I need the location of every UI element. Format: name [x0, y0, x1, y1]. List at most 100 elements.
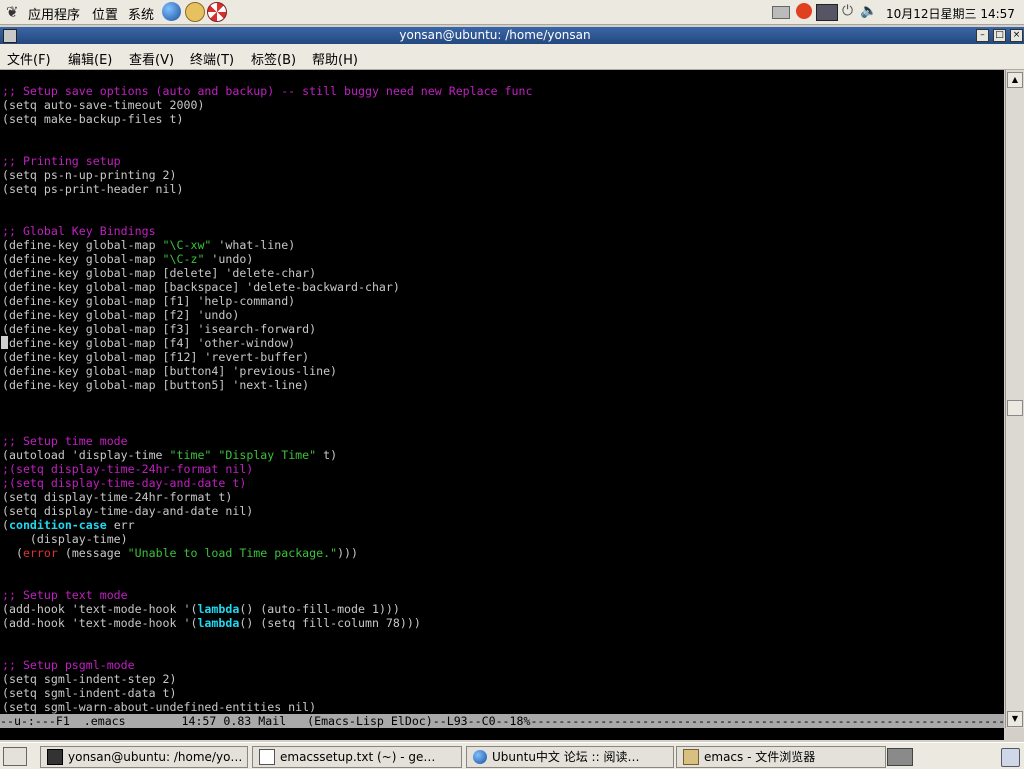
power-plug-icon[interactable]: ⏻	[842, 3, 853, 19]
menu-help[interactable]: 帮助(H)	[312, 49, 358, 68]
volume-icon[interactable]: 🔈	[860, 3, 877, 19]
code-line: ;; Global Key Bindings	[2, 224, 156, 238]
code-line: (setq sgml-indent-step 2)	[2, 672, 177, 686]
help-launcher-icon[interactable]	[207, 2, 227, 22]
code-token: error	[22, 546, 58, 560]
code-line: (define-key global-map "\C-z" 'undo)	[2, 252, 253, 266]
gnome-foot-icon[interactable]: ❦	[6, 3, 19, 21]
code-line: (setq auto-save-timeout 2000)	[2, 98, 204, 112]
code-line: (setq display-time-24hr-format t)	[2, 490, 232, 504]
code-token: () (auto-fill-mode 1)))	[239, 602, 400, 616]
menu-tabs[interactable]: 标签(B)	[251, 49, 296, 68]
code-token: ;; Setup text mode	[2, 588, 128, 602]
vertical-scrollbar[interactable]	[1005, 70, 1024, 728]
code-token: "\C-xw"	[162, 238, 212, 252]
code-line: (setq ps-print-header nil)	[2, 182, 183, 196]
network-monitor-icon[interactable]	[816, 4, 838, 21]
code-line: ;(setq display-time-24hr-format nil)	[2, 462, 253, 476]
code-line: (add-hook 'text-mode-hook '(lambda() (au…	[2, 602, 400, 616]
code-token: (add-hook 'text-mode-hook '(	[2, 616, 198, 630]
task-button-gedit[interactable]: emacssetup.txt (~) - ge…	[252, 746, 462, 768]
menu-bar: 文件(F) 编辑(E) 查看(V) 终端(T) 标签(B) 帮助(H)	[0, 44, 1024, 70]
scrollbar-thumb[interactable]	[1007, 400, 1023, 416]
applications-menu[interactable]: 应用程序	[28, 4, 80, 23]
code-token: (define-key global-map [delete] 'delete-…	[2, 266, 317, 280]
code-line: (display-time)	[2, 532, 128, 546]
code-token: ;(setq display-time-24hr-format nil)	[2, 462, 254, 476]
code-line: (autoload 'display-time "time" "Display …	[2, 448, 337, 462]
code-line: ;; Printing setup	[2, 154, 121, 168]
menu-edit[interactable]: 编辑(E)	[68, 49, 112, 68]
code-token: () (setq fill-column 78)))	[239, 616, 421, 630]
code-token: (add-hook 'text-mode-hook '(	[2, 602, 198, 616]
code-token: (setq ps-print-header nil)	[2, 182, 184, 196]
task-button-file-browser[interactable]: emacs - 文件浏览器	[676, 746, 886, 768]
browser-globe-icon	[473, 749, 487, 764]
places-menu[interactable]: 位置	[92, 4, 118, 23]
scroll-down-arrow-icon[interactable]: ▼	[1007, 711, 1023, 727]
code-token: (autoload 'display-time	[2, 448, 170, 462]
code-token: (define-key global-map [f12] 'revert-buf…	[2, 350, 310, 364]
code-line: (define-key global-map [f1] 'help-comman…	[2, 294, 295, 308]
menu-view[interactable]: 查看(V)	[129, 49, 174, 68]
trash-icon[interactable]	[1001, 748, 1020, 767]
maximize-button[interactable]: □	[993, 29, 1006, 42]
task-button-terminal[interactable]: yonsan@ubuntu: /home/yo…	[40, 746, 248, 768]
code-token: (	[2, 518, 9, 532]
code-token: lambda	[197, 616, 240, 630]
code-line: ;; Setup text mode	[2, 588, 128, 602]
code-line: (define-key global-map [delete] 'delete-…	[2, 266, 316, 280]
code-line: (setq sgml-warn-about-undefined-entities…	[2, 700, 316, 714]
close-button[interactable]: ×	[1010, 29, 1023, 42]
code-token: (message	[57, 546, 128, 560]
menu-file[interactable]: 文件(F)	[7, 49, 51, 68]
system-menu[interactable]: 系统	[128, 4, 154, 23]
scroll-up-arrow-icon[interactable]: ▲	[1007, 72, 1023, 88]
code-token: 'undo)	[204, 252, 254, 266]
code-token: (define-key global-map	[2, 238, 163, 252]
web-browser-launcher-icon[interactable]	[162, 2, 181, 21]
code-line: (define-key global-map [f12] 'revert-buf…	[2, 350, 309, 364]
code-line: ;(setq display-time-day-and-date t)	[2, 476, 246, 490]
code-token: (	[2, 546, 23, 560]
code-token: (setq make-backup-files t)	[2, 112, 184, 126]
code-token: ;; Setup psgml-mode	[2, 658, 135, 672]
code-token: ;; Setup time mode	[2, 434, 128, 448]
code-token: (define-key global-map	[2, 252, 163, 266]
code-line: (define-key global-map [f4] 'other-windo…	[2, 336, 295, 350]
clock[interactable]: 10月12日星期三 14:57	[886, 5, 1015, 22]
code-token: (define-key global-map [f3] 'isearch-for…	[2, 322, 317, 336]
menu-terminal[interactable]: 终端(T)	[190, 49, 234, 68]
code-line: (define-key global-map "\C-xw" 'what-lin…	[2, 238, 295, 252]
code-token: (define-key global-map [button4] 'previo…	[2, 364, 338, 378]
code-token: ;(setq display-time-day-and-date t)	[2, 476, 247, 490]
code-token: "Display Time"	[218, 448, 317, 462]
code-token: (setq ps-n-up-printing 2)	[2, 168, 177, 182]
task-button-browser[interactable]: Ubuntu中文 论坛 :: 阅读…	[466, 746, 674, 768]
code-line: (define-key global-map [f2] 'undo)	[2, 308, 239, 322]
code-token: "Unable to load Time package."	[127, 546, 338, 560]
code-token: (define-key global-map [backspace] 'dele…	[2, 280, 400, 294]
code-token: "time"	[169, 448, 212, 462]
code-line: (define-key global-map [backspace] 'dele…	[2, 280, 400, 294]
email-launcher-icon[interactable]	[185, 2, 205, 22]
code-line: (define-key global-map [f3] 'isearch-for…	[2, 322, 316, 336]
code-token: "\C-z"	[162, 252, 205, 266]
code-token: ;; Global Key Bindings	[2, 224, 156, 238]
workspace-switcher[interactable]	[887, 748, 913, 766]
code-token: (define-key global-map [f2] 'undo)	[2, 308, 240, 322]
emacs-minibuffer[interactable]	[0, 728, 1004, 740]
code-token: condition-case	[8, 518, 107, 532]
code-token: lambda	[197, 602, 240, 616]
minimize-button[interactable]: –	[976, 29, 989, 42]
update-notifier-icon[interactable]	[796, 3, 812, 19]
task-label: emacs - 文件浏览器	[704, 750, 816, 764]
window-titlebar[interactable]: yonsan@ubuntu: /home/yonsan – □ ×	[0, 27, 1024, 44]
show-desktop-icon[interactable]	[3, 747, 27, 766]
code-line: ;; Setup psgml-mode	[2, 658, 135, 672]
code-token: )))	[337, 546, 359, 560]
text-editor-icon	[259, 748, 275, 765]
printer-icon[interactable]	[772, 6, 790, 19]
terminal-emacs-buffer[interactable]: ;; Setup save options (auto and backup) …	[0, 70, 1004, 714]
window-title: yonsan@ubuntu: /home/yonsan	[399, 28, 591, 42]
